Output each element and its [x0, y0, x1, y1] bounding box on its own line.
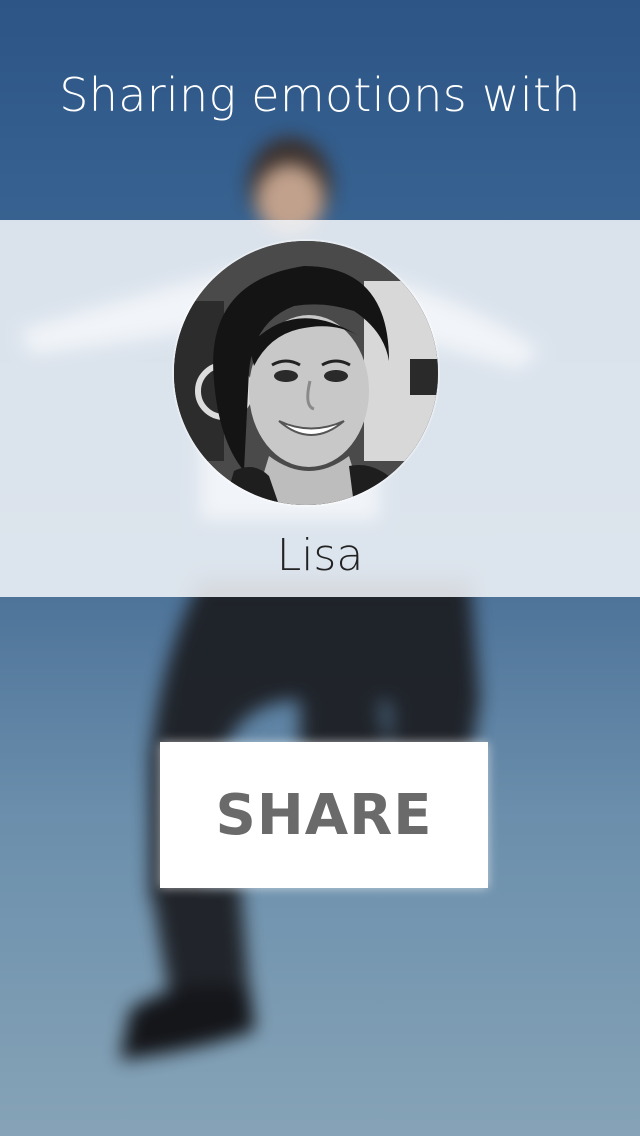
avatar[interactable] [174, 241, 438, 505]
share-button[interactable]: SHARE [160, 742, 488, 888]
page-title: Sharing emotions with [59, 68, 581, 122]
contact-name: Lisa [276, 530, 364, 581]
share-screen: Sharing emotions with Lisa SHARE [0, 0, 640, 1136]
share-button-label: SHARE [215, 782, 433, 848]
user-photo-avatar-icon [174, 241, 438, 505]
